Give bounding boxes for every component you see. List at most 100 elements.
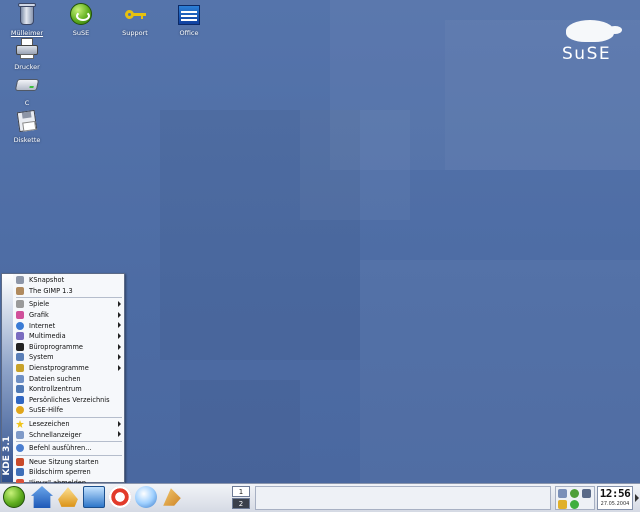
menu-item-dienstprogramme[interactable]: Dienstprogramme (14, 363, 124, 374)
tools-icon (163, 488, 181, 506)
desktop-icon-suse[interactable]: SuSE (59, 3, 103, 43)
home-folder-icon (16, 395, 24, 404)
browser-icon (83, 486, 105, 508)
tray-network-icon[interactable] (558, 489, 567, 498)
menu-item-grafik[interactable]: Grafik (14, 310, 124, 321)
menu-item-bildschirm-sperren[interactable]: Bildschirm sperren (14, 467, 124, 478)
menu-separator (16, 454, 122, 456)
submenu-arrow-icon (118, 420, 121, 427)
menu-item-label: System (29, 353, 54, 362)
menu-separator (16, 297, 122, 299)
office-icon (176, 3, 202, 27)
quicklaunch-network-button[interactable] (135, 486, 159, 510)
submenu-arrow-icon (118, 354, 121, 361)
system-tray (555, 486, 595, 510)
menu-item-system[interactable]: System (14, 352, 124, 363)
key-icon (122, 3, 148, 27)
kde-menu-button[interactable] (3, 486, 27, 510)
clock-time: 12:56 (599, 487, 631, 500)
submenu-arrow-icon (118, 301, 121, 308)
tray-clipboard-icon[interactable] (558, 500, 567, 509)
desktop-icon-label: C (24, 99, 30, 107)
menu-item-suse-hilfe[interactable]: SuSE-Hilfe (14, 405, 124, 416)
tray-suse-watcher-icon[interactable] (570, 500, 579, 509)
submenu-arrow-icon (118, 332, 121, 339)
menu-item-befehl-ausfuehren[interactable]: Befehl ausführen... (14, 443, 124, 454)
panel-hide-arrow-icon[interactable] (635, 494, 639, 502)
quicklaunch-shell-button[interactable] (57, 486, 81, 510)
menu-item-ksnapshot[interactable]: KSnapshot (14, 275, 124, 286)
gimp-icon (16, 286, 24, 295)
shell-icon (58, 487, 78, 507)
quicklaunch-home-button[interactable] (31, 486, 55, 510)
menu-item-gimp[interactable]: The GIMP 1.3 (14, 286, 124, 297)
menu-item-label: Dateien suchen (29, 374, 81, 383)
menu-separator (16, 440, 122, 442)
kmenu-side-banner: KDE 3.1 (2, 274, 13, 482)
menu-item-label: SuSE-Hilfe (29, 406, 64, 415)
tray-battery-icon[interactable] (582, 489, 591, 498)
kicker-panel: 1 2 12:56 27.05.2004 (0, 483, 640, 512)
pager-desktop-2[interactable]: 2 (232, 498, 250, 509)
desktop-icon-label: Diskette (13, 136, 41, 144)
office-suite-icon (16, 342, 24, 351)
menu-separator (16, 416, 122, 418)
clock[interactable]: 12:56 27.05.2004 (597, 486, 633, 510)
tray-update-icon[interactable] (570, 489, 579, 498)
quick-browser-icon (16, 430, 24, 439)
kde-start-menu: KDE 3.1 KSnapshot The GIMP 1.3 Spiele Gr… (1, 273, 125, 487)
menu-item-label: KSnapshot (29, 276, 65, 285)
menu-item-label: Büroprogramme (29, 342, 83, 351)
menu-item-kontrollzentrum[interactable]: Kontrollzentrum (14, 384, 124, 395)
menu-item-persoenliches-verzeichnis[interactable]: Persönliches Verzeichnis (14, 395, 124, 406)
menu-item-label: Multimedia (29, 332, 66, 341)
lock-icon (16, 468, 24, 477)
suse-icon (3, 486, 25, 508)
bookmark-star-icon (16, 420, 24, 429)
menu-item-label: Lesezeichen (29, 420, 70, 429)
kmenu-side-label: KDE 3.1 (2, 436, 12, 476)
menu-item-dateien-suchen[interactable]: Dateien suchen (14, 373, 124, 384)
desktop-icon-support[interactable]: Support (113, 3, 157, 43)
desktop-icon-printer[interactable]: Drucker (5, 37, 49, 77)
graphics-icon (16, 311, 24, 320)
menu-item-label: Internet (29, 321, 56, 330)
menu-item-schnellanzeiger[interactable]: Schnellanzeiger (14, 429, 124, 440)
menu-item-label: Schnellanzeiger (29, 430, 82, 439)
menu-item-lesezeichen[interactable]: Lesezeichen (14, 419, 124, 430)
desktop-decoration (360, 260, 640, 483)
desktop-icon-label: Office (179, 29, 199, 37)
menu-item-label: Dienstprogramme (29, 364, 89, 373)
desktop-icon-floppy[interactable]: Diskette (5, 109, 49, 150)
menu-item-neue-sitzung[interactable]: Neue Sitzung starten (14, 457, 124, 468)
menu-item-internet[interactable]: Internet (14, 320, 124, 331)
desktop-icon-harddisk[interactable]: C (5, 73, 49, 113)
suse-logo: SuSE (556, 18, 622, 68)
control-center-icon (16, 385, 24, 394)
pager-desktop-1[interactable]: 1 (232, 486, 250, 497)
submenu-arrow-icon (118, 431, 121, 438)
quicklaunch-help-button[interactable] (109, 486, 133, 510)
menu-item-label: Befehl ausführen... (29, 444, 92, 453)
taskbar-window-list[interactable] (255, 486, 551, 510)
home-icon (31, 486, 53, 508)
trash-icon (14, 3, 40, 27)
menu-item-bueroprogramme[interactable]: Büroprogramme (14, 342, 124, 353)
desktop-icon-office[interactable]: Office (167, 3, 211, 43)
suse-logo-text: SuSE (562, 44, 612, 64)
lifebuoy-icon (109, 486, 131, 508)
menu-item-multimedia[interactable]: Multimedia (14, 331, 124, 342)
harddisk-icon (14, 73, 40, 97)
desktop-icon-label: Mülleimer (10, 29, 44, 37)
desktop-pager: 1 2 (232, 486, 252, 511)
menu-item-label: Bildschirm sperren (29, 468, 91, 477)
quicklaunch-tools-button[interactable] (161, 486, 185, 510)
help-icon (16, 406, 24, 415)
new-session-icon (16, 457, 24, 466)
menu-item-spiele[interactable]: Spiele (14, 299, 124, 310)
network-icon (135, 486, 157, 508)
suse-icon (68, 3, 94, 27)
quicklaunch-browser-button[interactable] (83, 486, 107, 510)
find-files-icon (16, 374, 24, 383)
clock-date: 27.05.2004 (600, 501, 630, 507)
